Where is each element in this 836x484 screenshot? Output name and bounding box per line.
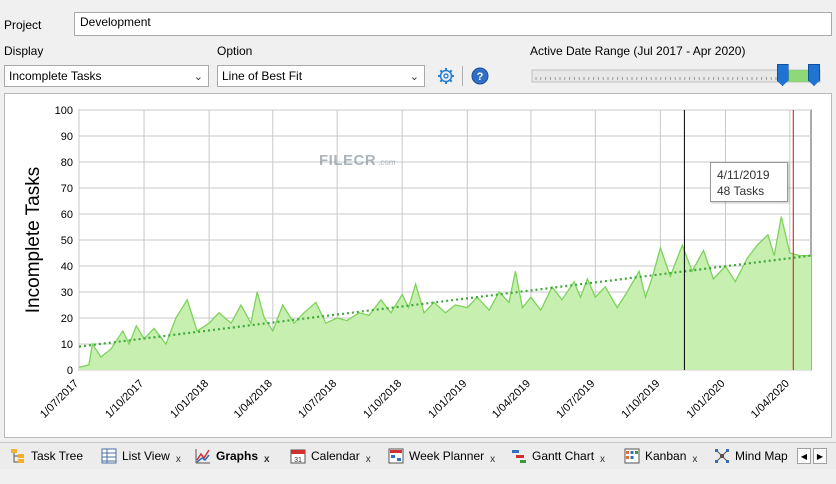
y-tick-label: 90 bbox=[61, 131, 73, 143]
tab-calendar[interactable]: 31 Calendar x bbox=[290, 445, 371, 467]
close-icon[interactable]: x bbox=[692, 454, 697, 465]
gear-icon bbox=[438, 68, 454, 84]
tab-list-view[interactable]: List View x bbox=[101, 445, 181, 467]
kanban-icon bbox=[624, 448, 640, 464]
close-icon[interactable]: x bbox=[366, 454, 371, 465]
close-icon[interactable]: x bbox=[490, 454, 495, 465]
settings-button[interactable] bbox=[436, 66, 456, 86]
gantt-icon bbox=[512, 450, 526, 463]
svg-text:31: 31 bbox=[294, 457, 302, 464]
x-tick-label: 1/10/2019 bbox=[619, 378, 662, 421]
date-range-slider[interactable] bbox=[530, 64, 822, 88]
tab-label: Calendar bbox=[311, 449, 360, 463]
tab-label: Graphs bbox=[216, 449, 259, 463]
chevron-down-icon: ⌄ bbox=[193, 71, 203, 83]
incomplete-tasks-chart: 0 10 20 30 40 50 60 70 80 90 100 1/07/2017 1/10/2017… bbox=[23, 105, 812, 421]
svg-text:?: ? bbox=[477, 71, 484, 83]
close-icon[interactable]: x bbox=[176, 454, 181, 465]
chart-tooltip: 4/11/2019 48 Tasks bbox=[710, 162, 788, 202]
y-tick-label: 10 bbox=[61, 339, 73, 351]
y-tick-label: 60 bbox=[61, 209, 73, 221]
tab-scroll-right-button[interactable]: ▶ bbox=[813, 448, 827, 464]
date-range-label: Active Date Range (Jul 2017 - Apr 2020) bbox=[530, 44, 746, 58]
x-tick-label: 1/01/2020 bbox=[684, 378, 727, 421]
question-icon: ? bbox=[471, 67, 489, 85]
y-tick-label: 20 bbox=[61, 313, 73, 325]
tab-kanban[interactable]: Kanban x bbox=[624, 445, 697, 467]
tooltip-value: 48 Tasks bbox=[717, 184, 765, 198]
x-tick-label: 1/07/2017 bbox=[38, 378, 81, 421]
tab-label: Mind Map bbox=[735, 449, 788, 463]
option-select[interactable]: Line of Best Fit ⌄ bbox=[217, 65, 425, 87]
toolbar-divider bbox=[462, 66, 463, 86]
mind-map-icon bbox=[715, 449, 729, 463]
list-view-icon bbox=[101, 448, 117, 464]
watermark-brand: FILECR bbox=[319, 152, 377, 169]
tab-label: Gantt Chart bbox=[532, 449, 595, 463]
project-label: Project bbox=[4, 18, 42, 32]
tab-task-tree[interactable]: Task Tree bbox=[10, 445, 83, 467]
calendar-icon: 31 bbox=[290, 449, 306, 464]
tab-week-planner[interactable]: Week Planner x bbox=[388, 445, 495, 467]
tab-mind-map[interactable]: Mind Map bbox=[714, 445, 788, 467]
x-tick-label: 1/04/2020 bbox=[749, 378, 792, 421]
tooltip-date: 4/11/2019 bbox=[717, 168, 770, 182]
graphs-icon bbox=[195, 449, 210, 464]
y-axis-title: Incomplete Tasks bbox=[23, 167, 44, 313]
x-tick-label: 1/10/2018 bbox=[361, 378, 404, 421]
y-tick-label: 80 bbox=[61, 157, 73, 169]
tab-label: List View bbox=[122, 449, 170, 463]
option-select-value: Line of Best Fit bbox=[222, 69, 303, 83]
close-icon[interactable]: x bbox=[600, 454, 605, 465]
option-label: Option bbox=[217, 44, 253, 58]
x-tick-label: 1/01/2019 bbox=[426, 378, 469, 421]
y-tick-label: 30 bbox=[61, 287, 73, 299]
project-field[interactable]: Development bbox=[74, 12, 832, 36]
display-select[interactable]: Incomplete Tasks ⌄ bbox=[4, 65, 209, 87]
tab-gantt-chart[interactable]: Gantt Chart x bbox=[511, 445, 605, 467]
tab-graphs[interactable]: Graphs x bbox=[195, 445, 270, 467]
y-tick-label: 0 bbox=[67, 365, 73, 377]
tab-label: Week Planner bbox=[409, 449, 485, 463]
task-tree-icon bbox=[11, 449, 24, 463]
tab-label: Task Tree bbox=[31, 449, 84, 463]
y-tick-label: 100 bbox=[55, 105, 73, 117]
y-tick-label: 70 bbox=[61, 183, 73, 195]
close-icon[interactable]: x bbox=[264, 454, 270, 465]
tab-label: Kanban bbox=[645, 449, 687, 463]
x-tick-label: 1/04/2018 bbox=[232, 378, 275, 421]
display-select-value: Incomplete Tasks bbox=[9, 69, 102, 83]
week-planner-icon bbox=[388, 448, 404, 464]
chevron-down-icon: ⌄ bbox=[409, 71, 419, 83]
x-tick-label: 1/01/2018 bbox=[168, 378, 211, 421]
y-tick-label: 50 bbox=[61, 235, 73, 247]
x-tick-label: 1/07/2018 bbox=[296, 378, 339, 421]
x-tick-label: 1/10/2017 bbox=[103, 378, 146, 421]
x-tick-label: 1/04/2019 bbox=[490, 378, 533, 421]
watermark: FILECR .com bbox=[319, 152, 396, 169]
view-tab-bar: Task Tree List View x Graphs x 31 Calend… bbox=[0, 442, 836, 469]
display-label: Display bbox=[4, 44, 44, 58]
help-button[interactable]: ? bbox=[470, 66, 490, 86]
watermark-domain: .com bbox=[378, 158, 396, 167]
graph-panel: 0 10 20 30 40 50 60 70 80 90 100 1/07/2017 1/10/2017… bbox=[4, 93, 832, 438]
y-tick-label: 40 bbox=[61, 261, 73, 273]
x-tick-label: 1/07/2019 bbox=[554, 378, 597, 421]
tab-scroll-left-button[interactable]: ◀ bbox=[797, 448, 811, 464]
